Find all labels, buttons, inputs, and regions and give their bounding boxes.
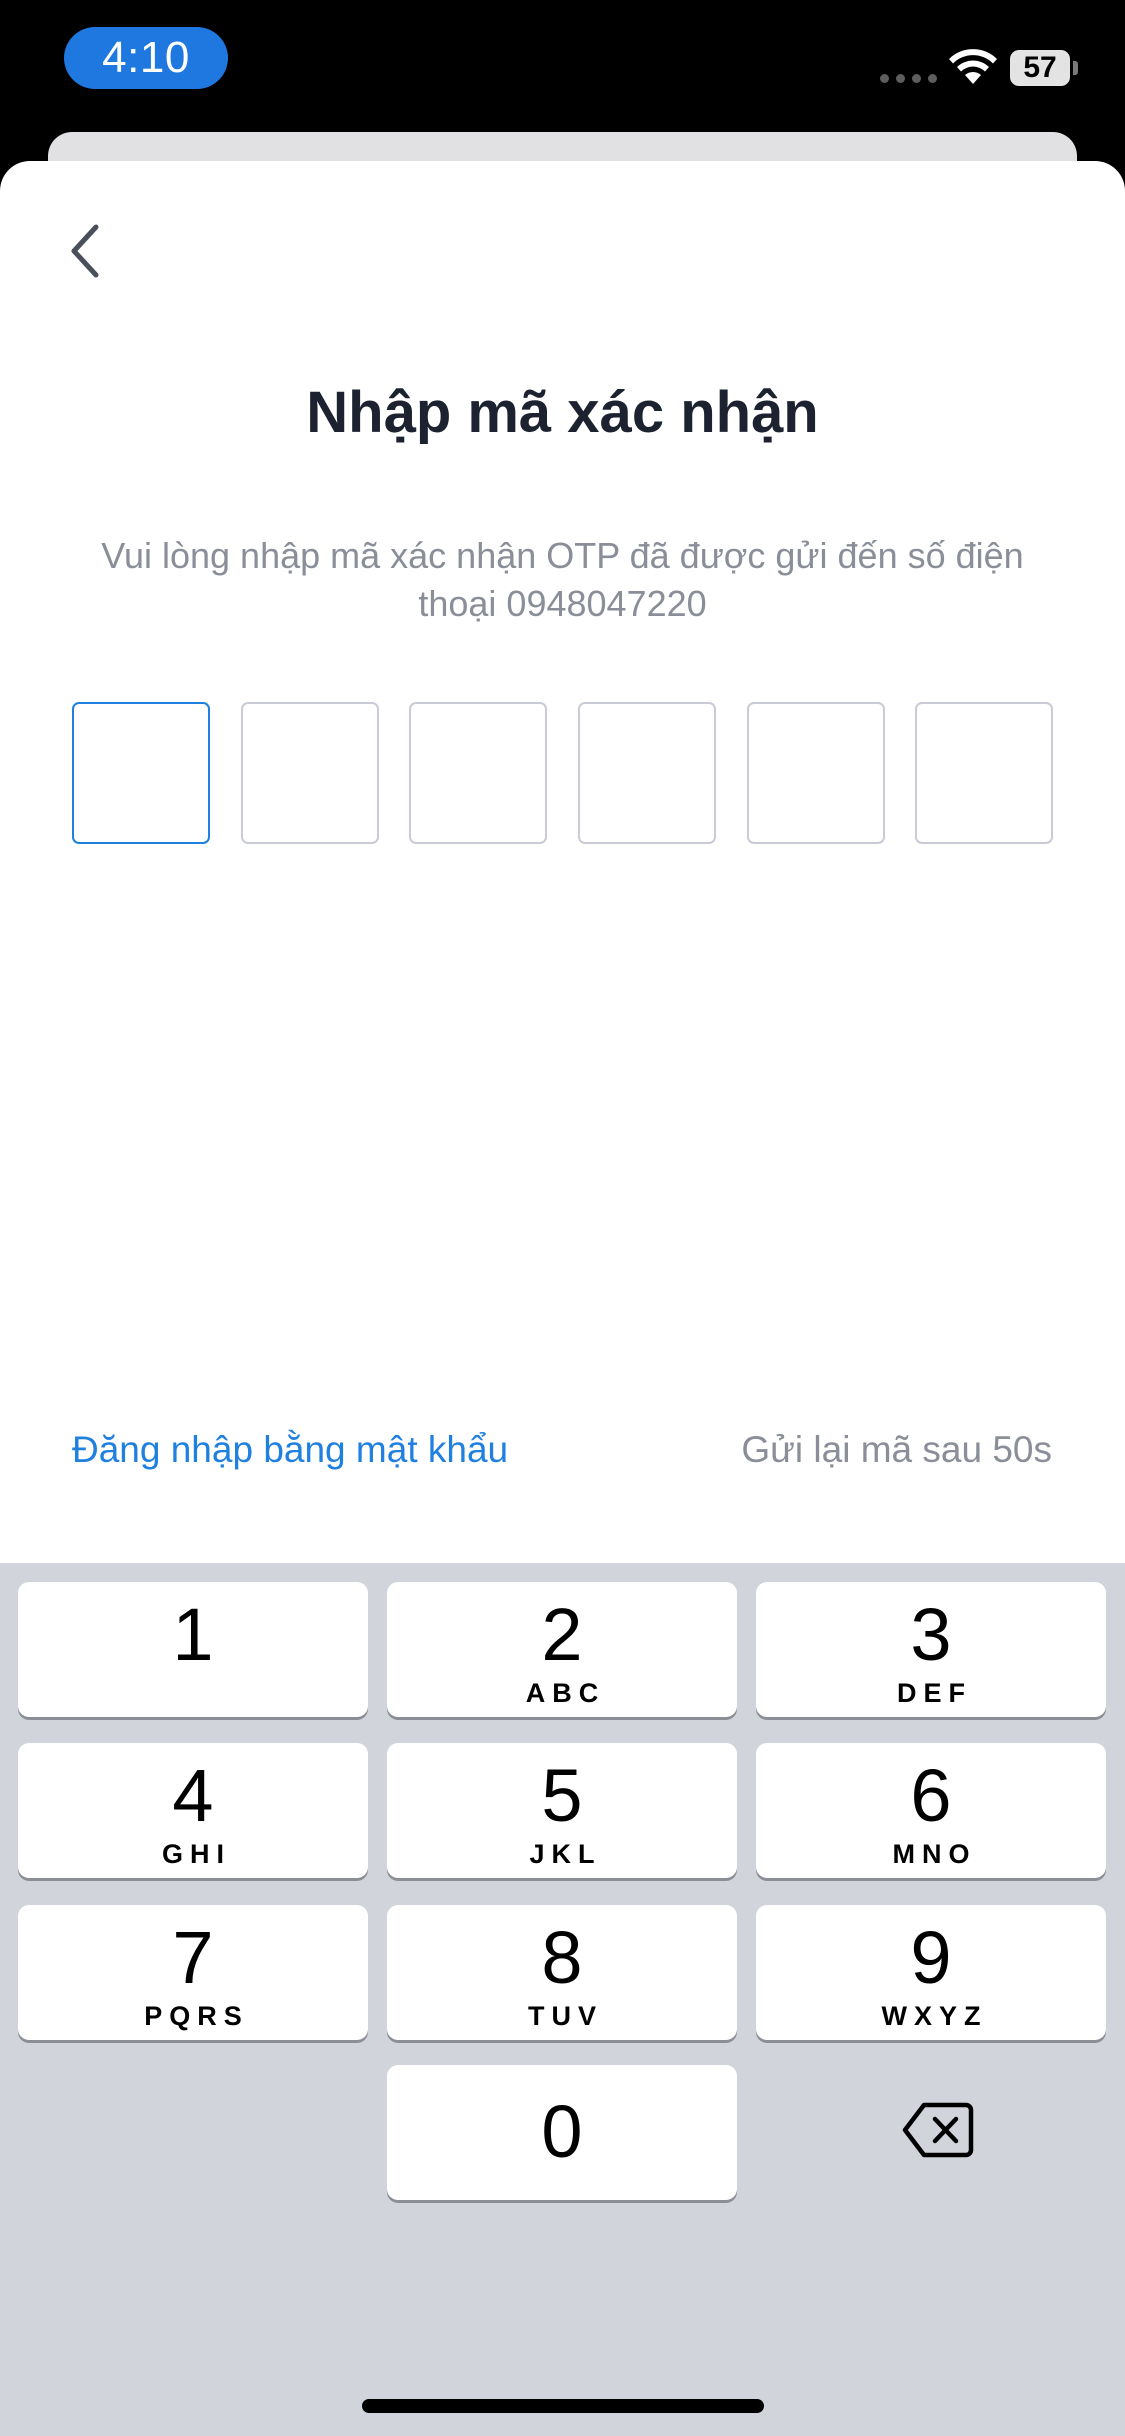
key-digit: 1 [172,1593,214,1676]
otp-digit-2[interactable] [241,702,379,844]
key-letters: GHI [161,1839,231,1869]
key-3[interactable]: 3 DEF [756,1582,1106,1717]
key-digit: 8 [541,1916,583,1999]
key-letters: JKL [529,1839,602,1869]
key-digit: 2 [541,1593,583,1676]
page-title: Nhập mã xác nhận [306,380,819,445]
otp-digit-4[interactable] [578,702,716,844]
key-digit: 9 [910,1916,952,1999]
backspace-icon [902,2102,974,2158]
resend-countdown: Gửi lại mã sau 50s [741,1429,1052,1470]
status-bar: 4:10 57 [0,0,1125,130]
key-4[interactable]: 4 GHI [18,1743,368,1878]
key-8[interactable]: 8 TUV [387,1905,737,2040]
otp-digit-6[interactable] [915,702,1053,844]
page-subtitle: Vui lòng nhập mã xác nhận OTP đã được gử… [101,535,1024,624]
otp-digit-3[interactable] [409,702,547,844]
key-9[interactable]: 9 WXYZ [756,1905,1106,2040]
key-digit: 4 [172,1754,214,1837]
back-button[interactable] [54,215,118,287]
key-letters: TUV [528,2001,603,2031]
key-digit: 7 [172,1916,214,1999]
key-6[interactable]: 6 MNO [756,1743,1106,1878]
key-0[interactable]: 0 [387,2065,737,2200]
key-digit: 6 [910,1754,952,1837]
numeric-keyboard: 1 2 ABC 3 DEF 4 GHI 5 JKL 6 MNO 7 PQRS 8… [0,1563,1125,2436]
key-digit: 0 [541,2090,583,2173]
battery-cap [1073,61,1078,75]
key-7[interactable]: 7 PQRS [18,1905,368,2040]
chevron-left-icon [71,224,99,278]
key-letters: ABC [525,1678,606,1708]
key-letters: DEF [897,1678,972,1708]
key-digit: 5 [541,1754,583,1837]
key-1[interactable]: 1 [18,1582,368,1717]
status-time[interactable]: 4:10 [64,27,228,89]
key-2[interactable]: 2 ABC [387,1582,737,1717]
home-indicator[interactable] [362,2399,764,2413]
key-letters: MNO [892,1839,977,1869]
cellular-signal-icon [880,74,937,83]
otp-digit-1[interactable] [72,702,210,844]
delete-key[interactable] [890,2092,986,2168]
login-with-password-link[interactable]: Đăng nhập bằng mật khẩu [72,1429,508,1471]
otp-digit-5[interactable] [747,702,885,844]
key-digit: 3 [910,1593,952,1676]
battery-icon: 57 [1010,50,1070,86]
wifi-icon [949,49,997,84]
key-5[interactable]: 5 JKL [387,1743,737,1878]
otp-input-row [72,702,1053,844]
key-letters: PQRS [144,2001,249,2031]
key-letters: WXYZ [881,2001,988,2031]
